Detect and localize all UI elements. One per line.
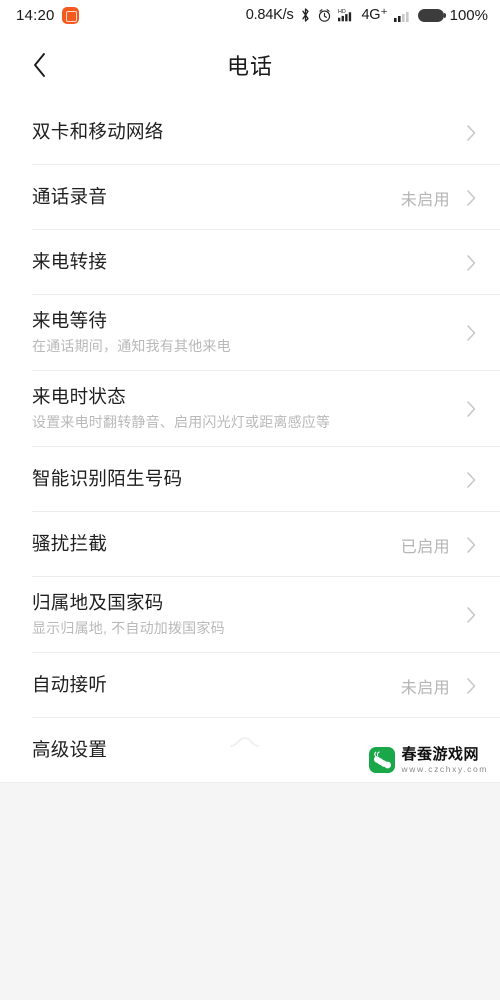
chevron-right-icon: [464, 399, 478, 419]
chevron-right-icon: [464, 123, 478, 143]
list-item-location-country-code[interactable]: 归属地及国家码 显示归属地, 不自动加拨国家码: [0, 577, 500, 653]
chevron-left-icon: [34, 53, 45, 77]
list-item-text: 来电等待 在通话期间，通知我有其他来电: [32, 301, 450, 366]
battery-full-icon: [417, 8, 447, 22]
list-item-harassment-blocking[interactable]: 骚扰拦截 已启用: [0, 512, 500, 577]
list-item-text: 双卡和移动网络: [32, 112, 450, 153]
back-button[interactable]: [14, 30, 66, 100]
silkworm-logo-icon: [368, 746, 395, 773]
settings-scroll-area[interactable]: 双卡和移动网络 通话录音 未启用 来电转接 来电等待 在通话期间，通知我有其他来…: [0, 100, 500, 1000]
list-item-dual-sim-mobile-network[interactable]: 双卡和移动网络: [0, 100, 500, 165]
list-item-subtitle: 设置来电时翻转静音、启用闪光灯或距离感应等: [32, 414, 331, 431]
chevron-right-icon: [464, 535, 478, 555]
chevron-right-icon: [464, 605, 478, 625]
list-item-call-recording[interactable]: 通话录音 未启用: [0, 165, 500, 230]
list-item-identify-unknown-numbers[interactable]: 智能识别陌生号码: [0, 447, 500, 512]
list-item-text: 来电转接: [32, 242, 450, 283]
alarm-app-icon: [61, 6, 79, 24]
list-item-title: 通话录音: [32, 186, 108, 208]
svg-text:HD: HD: [338, 9, 346, 15]
list-item-call-waiting[interactable]: 来电等待 在通话期间，通知我有其他来电: [0, 295, 500, 371]
list-item-title: 来电等待: [32, 309, 108, 331]
list-item-title: 来电转接: [32, 251, 108, 273]
list-item-text: 归属地及国家码 显示归属地, 不自动加拨国家码: [32, 583, 450, 648]
list-item-title: 归属地及国家码: [32, 591, 164, 613]
home-gesture-hint-icon[interactable]: [227, 735, 273, 749]
status-bar-right: 0.84K/s HD 4G⁺ 100%: [246, 7, 488, 24]
list-item-title: 智能识别陌生号码: [32, 468, 183, 490]
watermark-site-url: www.czchxy.com: [401, 763, 488, 774]
list-item-title: 双卡和移动网络: [32, 121, 164, 143]
list-item-title: 来电时状态: [32, 385, 127, 407]
chevron-right-icon: [464, 253, 478, 273]
status-bar-left: 14:20: [16, 6, 79, 24]
list-item-auto-answer[interactable]: 自动接听 未启用: [0, 653, 500, 718]
list-item-incoming-call-status[interactable]: 来电时状态 设置来电时翻转静音、启用闪光灯或距离感应等: [0, 371, 500, 447]
network-type-label: 4G⁺: [361, 7, 388, 23]
list-item-subtitle: 在通话期间，通知我有其他来电: [32, 338, 231, 355]
chevron-right-icon: [464, 470, 478, 490]
list-item-text: 自动接听: [32, 665, 401, 706]
chevron-right-icon: [464, 188, 478, 208]
chevron-right-icon: [464, 323, 478, 343]
watermark-text: 春蚕游戏网 www.czchxy.com: [402, 747, 488, 774]
list-item-value: 未启用: [400, 191, 450, 209]
page-title: 电话: [226, 54, 273, 79]
list-item-text: 骚扰拦截: [32, 524, 401, 565]
status-bar-clock: 14:20: [16, 6, 55, 24]
network-speed-label: 0.84K/s: [245, 7, 294, 23]
status-bar: 14:20 0.84K/s HD 4G⁺ 100%: [0, 0, 500, 30]
list-item-value: 未启用: [400, 679, 450, 697]
signal-bars-icon: [393, 12, 409, 22]
hd-volte-signal-icon: HD: [337, 9, 351, 22]
list-item-call-forwarding[interactable]: 来电转接: [0, 230, 500, 295]
settings-card: 双卡和移动网络 通话录音 未启用 来电转接 来电等待 在通话期间，通知我有其他来…: [0, 100, 500, 783]
alarm-clock-icon: [318, 8, 330, 22]
phone-settings-screen: 14:20 0.84K/s HD 4G⁺ 100% 电话 双卡和移动网络 通话录…: [0, 0, 500, 1000]
list-item-text: 来电时状态 设置来电时翻转静音、启用闪光灯或距离感应等: [32, 377, 450, 442]
title-bar: 电话: [0, 30, 500, 100]
watermark-site-name: 春蚕游戏网: [401, 745, 480, 763]
battery-percent-label: 100%: [449, 6, 488, 24]
list-item-text: 通话录音: [32, 177, 401, 218]
list-item-title: 骚扰拦截: [32, 533, 108, 555]
chevron-right-icon: [464, 676, 478, 696]
list-item-title: 自动接听: [32, 674, 108, 696]
bluetooth-icon: [301, 8, 309, 22]
site-watermark: 春蚕游戏网 www.czchxy.com: [360, 740, 496, 779]
list-item-value: 已启用: [400, 538, 450, 556]
list-item-text: 智能识别陌生号码: [32, 459, 450, 500]
list-item-subtitle: 显示归属地, 不自动加拨国家码: [32, 620, 225, 637]
